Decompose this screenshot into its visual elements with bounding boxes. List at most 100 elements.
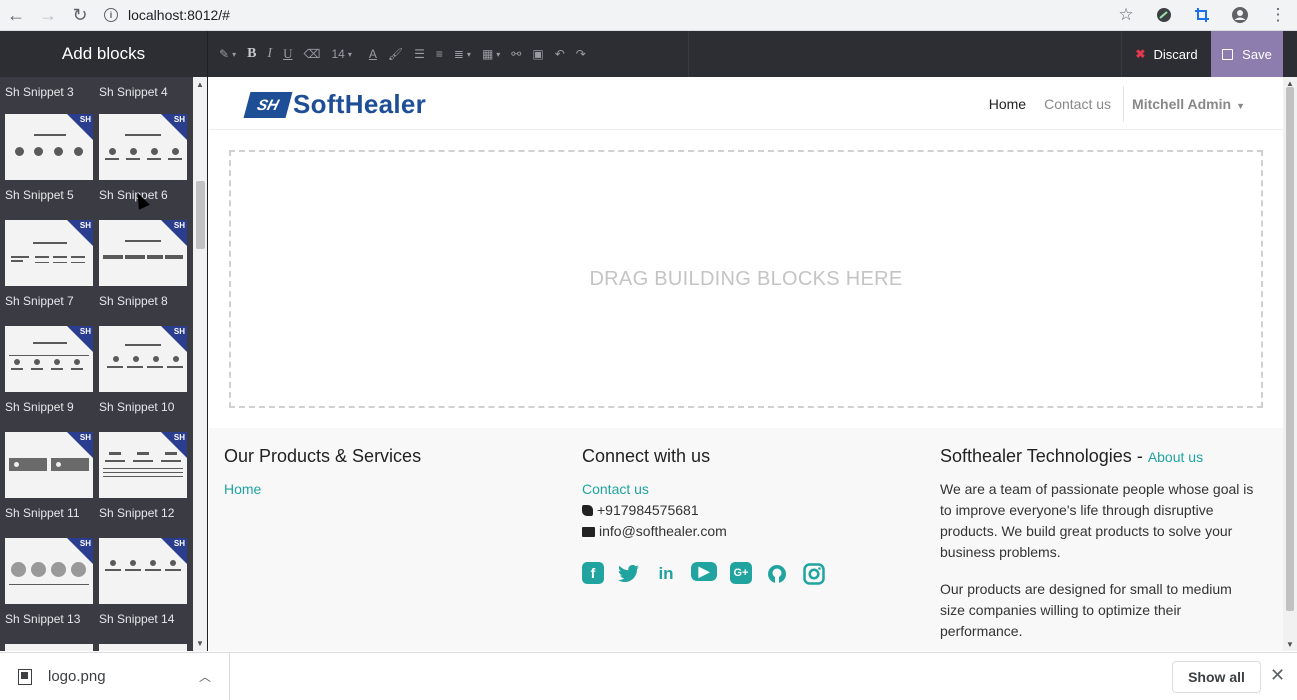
- google-plus-icon[interactable]: G+: [730, 562, 752, 584]
- snippet-thumbnail[interactable]: [5, 644, 93, 651]
- page-scroll-thumb[interactable]: [1286, 87, 1294, 611]
- facebook-icon[interactable]: f: [582, 562, 604, 584]
- image-icon[interactable]: ▣: [532, 47, 543, 61]
- github-icon[interactable]: [765, 562, 789, 586]
- snippet-card[interactable]: SH Sh Snippet 13: [5, 538, 93, 626]
- snippet-card[interactable]: SH Sh Snippet 7: [5, 220, 93, 308]
- scroll-up-icon[interactable]: ▲: [196, 80, 204, 89]
- snippet-thumbnail[interactable]: SH: [5, 114, 93, 180]
- footer-email[interactable]: info@softhealer.com: [599, 523, 727, 539]
- user-menu[interactable]: Mitchell Admin ▼: [1132, 96, 1245, 112]
- snippet-thumbnail[interactable]: SH: [5, 220, 93, 286]
- extension-icon[interactable]: [1145, 0, 1183, 31]
- snippet-card[interactable]: SH Sh Snippet 14: [99, 538, 187, 626]
- discard-button[interactable]: ✖ Discard: [1121, 31, 1211, 77]
- sh-badge-text: SH: [173, 115, 185, 124]
- snippet-thumbnail[interactable]: SH: [5, 432, 93, 498]
- drop-zone[interactable]: DRAG BUILDING BLOCKS HERE: [229, 150, 1263, 408]
- save-label: Save: [1242, 46, 1272, 62]
- save-button[interactable]: Save: [1211, 31, 1283, 77]
- info-icon[interactable]: i: [104, 8, 118, 22]
- snippet-card[interactable]: SH Sh Snippet 5: [5, 114, 93, 202]
- redo-icon[interactable]: ↷: [576, 47, 586, 61]
- table-icon[interactable]: ▦ ▾: [482, 47, 500, 61]
- about-paragraph-1: We are a team of passionate people whose…: [940, 481, 1254, 560]
- file-icon: [18, 668, 32, 685]
- snippet-card[interactable]: SH Sh Snippet 6: [99, 114, 187, 202]
- download-item[interactable]: logo.png ︿: [0, 653, 230, 700]
- magic-wand-icon[interactable]: ✎ ▾: [219, 47, 236, 61]
- underline-icon[interactable]: U: [283, 46, 292, 62]
- profile-icon[interactable]: [1221, 0, 1259, 31]
- bold-icon[interactable]: B: [247, 46, 256, 62]
- back-icon[interactable]: ←: [0, 0, 32, 31]
- address-bar[interactable]: i localhost:8012/#: [104, 7, 230, 23]
- close-icon: ✖: [1135, 47, 1146, 61]
- browser-menu-icon[interactable]: ⋮: [1259, 0, 1297, 31]
- align-icon[interactable]: ≣ ▾: [454, 47, 471, 61]
- snippet-card[interactable]: SH Sh Snippet 11: [5, 432, 93, 520]
- bullet-list-icon[interactable]: ☰: [414, 47, 425, 61]
- snippet-card[interactable]: SH Sh Snippet 8: [99, 220, 187, 308]
- undo-icon[interactable]: ↶: [555, 47, 565, 61]
- youtube-icon[interactable]: ▶: [691, 562, 717, 581]
- panel-scroll-thumb[interactable]: [196, 181, 205, 249]
- snippet-thumbnail[interactable]: SH: [99, 326, 187, 392]
- snippet-thumbnail[interactable]: SH: [99, 432, 187, 498]
- browser-toolbar: ← → ↻ i localhost:8012/# ☆ ⋮: [0, 0, 1297, 31]
- snippet-card[interactable]: Sh Snippet 4: [99, 77, 187, 99]
- site-footer: Our Products & Services Home Connect wit…: [209, 428, 1283, 651]
- editor-toolbar: Add blocks ✎ ▾ B I U ⌫ 14 ▾ A 🖌 ☰ ≡ ≣ ▾ ▦ ▾ …: [0, 31, 1297, 77]
- envelope-icon: [582, 527, 595, 537]
- link-icon[interactable]: ⚯: [511, 47, 521, 61]
- italic-icon[interactable]: I: [267, 46, 272, 62]
- sh-badge-text: SH: [173, 221, 185, 230]
- logo-text: SoftHealer: [293, 89, 427, 119]
- panel-scrollbar[interactable]: ▲ ▼: [193, 77, 207, 651]
- snippet-card[interactable]: SH Sh Snippet 12: [99, 432, 187, 520]
- footer-contact-link[interactable]: Contact us: [582, 481, 649, 497]
- site-menu: Home Contact us Mitchell Admin ▼: [971, 77, 1245, 130]
- snippet-card[interactable]: [99, 644, 187, 651]
- user-name: Mitchell Admin: [1132, 95, 1232, 112]
- forward-icon[interactable]: →: [32, 0, 64, 31]
- snippet-thumbnail[interactable]: [99, 644, 187, 651]
- crop-extension-icon[interactable]: [1183, 0, 1221, 31]
- font-color-icon[interactable]: A: [369, 47, 377, 61]
- site-logo[interactable]: SH SoftHealer: [243, 89, 427, 120]
- menu-item-contact[interactable]: Contact us: [1044, 96, 1111, 112]
- twitter-icon[interactable]: [617, 562, 641, 586]
- show-all-button[interactable]: Show all: [1172, 661, 1261, 693]
- add-blocks-title: Add blocks: [0, 31, 208, 77]
- brush-icon[interactable]: 🖌: [388, 47, 403, 61]
- reload-icon[interactable]: ↻: [64, 0, 96, 31]
- footer-home-link[interactable]: Home: [224, 481, 261, 497]
- snippet-card[interactable]: SH Sh Snippet 10: [99, 326, 187, 414]
- menu-item-home[interactable]: Home: [989, 96, 1026, 112]
- star-icon[interactable]: ☆: [1107, 0, 1145, 31]
- snippet-card[interactable]: [5, 644, 93, 651]
- footer-about: Softhealer Technologies - About us We ar…: [940, 446, 1260, 651]
- eraser-icon[interactable]: ⌫: [303, 47, 320, 61]
- snippet-thumbnail[interactable]: SH: [99, 114, 187, 180]
- numbered-list-icon[interactable]: ≡: [436, 47, 443, 61]
- page-scrollbar[interactable]: ▲ ▼: [1283, 77, 1297, 651]
- snippet-thumbnail[interactable]: SH: [99, 538, 187, 604]
- snippet-label: Sh Snippet 5: [5, 188, 74, 202]
- snippet-card[interactable]: SH Sh Snippet 9: [5, 326, 93, 414]
- snippet-label: Sh Snippet 14: [99, 612, 175, 626]
- font-size-dropdown[interactable]: 14 ▾: [331, 47, 351, 61]
- linkedin-icon[interactable]: in: [654, 562, 678, 586]
- snippet-thumbnail[interactable]: SH: [5, 538, 93, 604]
- instagram-icon[interactable]: [802, 562, 826, 586]
- downloads-bar: logo.png ︿ Show all ✕: [0, 652, 1297, 700]
- snippet-thumbnail[interactable]: SH: [99, 220, 187, 286]
- snippet-thumbnail[interactable]: SH: [5, 326, 93, 392]
- url-text[interactable]: localhost:8012/#: [128, 7, 230, 23]
- snippet-card[interactable]: Sh Snippet 3: [5, 77, 93, 99]
- chevron-up-icon[interactable]: ︿: [199, 668, 211, 685]
- scroll-down-icon[interactable]: ▼: [196, 639, 204, 648]
- close-icon[interactable]: ✕: [1270, 665, 1285, 686]
- scroll-down-icon[interactable]: ▼: [1286, 640, 1294, 649]
- about-us-link[interactable]: About us: [1148, 449, 1203, 465]
